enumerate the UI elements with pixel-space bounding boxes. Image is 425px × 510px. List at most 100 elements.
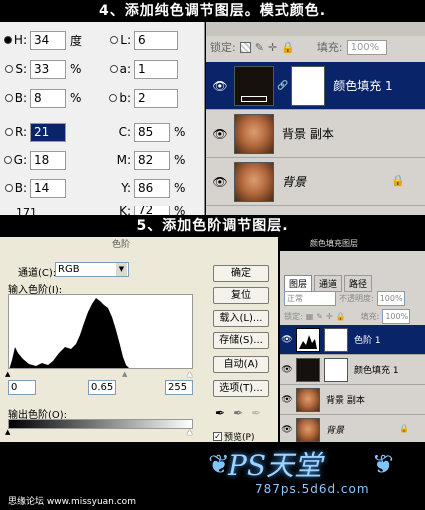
output-white-slider[interactable]: ▲	[187, 428, 192, 436]
tab-paths[interactable]: 路径	[344, 275, 373, 292]
auto-button[interactable]: 自动(A)	[213, 356, 269, 373]
load-button[interactable]: 载入(L)...	[213, 310, 269, 327]
ok-button[interactable]: 确定	[213, 265, 269, 282]
input-black-field[interactable]: 0	[8, 380, 36, 395]
checkbox-icon[interactable]: ✓	[213, 432, 222, 441]
lab-l-radio[interactable]	[110, 36, 119, 44]
layer-name: 颜色填充 1	[333, 79, 393, 93]
black-field[interactable]: 72	[134, 206, 170, 215]
red-radio[interactable]	[4, 128, 13, 136]
blue-row: B: 14	[0, 178, 66, 198]
lab-b-field[interactable]: 2	[134, 88, 178, 108]
lock-move-icon[interactable]: ✛	[268, 41, 277, 54]
brightness-radio[interactable]	[4, 94, 13, 102]
green-radio[interactable]	[3, 156, 12, 164]
left-wing-icon: ❦	[208, 450, 230, 480]
cyan-field[interactable]: 85	[134, 122, 170, 142]
magenta-row: M: 82 %	[104, 150, 188, 170]
history-header: 颜色填充图层	[280, 237, 425, 251]
layer-row-color-fill[interactable]: 👁 🔗 颜色填充 1	[206, 62, 425, 110]
input-gamma-field[interactable]: 0.65	[88, 380, 116, 395]
hue-field[interactable]: 34	[30, 30, 66, 50]
input-white-field[interactable]: 255	[165, 380, 193, 395]
tab-layers[interactable]: 图层	[284, 275, 313, 292]
lock-transparency-icon[interactable]	[239, 41, 251, 53]
fill-field[interactable]: 100%	[382, 309, 411, 324]
channel-select[interactable]: RGB ▼	[55, 262, 129, 277]
output-black-slider[interactable]: ▲	[5, 428, 10, 436]
output-slider-track[interactable]: ▲ ▲	[5, 428, 193, 436]
levels-title: 色阶	[112, 240, 131, 250]
magenta-field[interactable]: 82	[134, 150, 170, 170]
mask-thumb	[324, 327, 348, 352]
cyan-row: C: 85 %	[104, 122, 188, 142]
layer-row-bg-copy[interactable]: 👁 背景 副本	[280, 385, 425, 415]
photo-thumb	[234, 113, 274, 154]
hue-radio[interactable]	[3, 36, 12, 44]
lock-move-icon[interactable]: ✛	[326, 312, 333, 321]
eye-icon[interactable]: 👁	[280, 425, 294, 435]
save-button[interactable]: 存储(S)...	[213, 332, 269, 349]
blue-radio[interactable]	[4, 184, 13, 192]
eye-icon[interactable]: 👁	[206, 79, 234, 93]
gray-eyedropper-icon[interactable]: ✒	[233, 406, 243, 420]
panel-tabs: 图层 通道 路径	[284, 275, 373, 292]
yellow-field[interactable]: 86	[134, 178, 170, 198]
site-url: 787ps.5d6d.com	[255, 482, 370, 496]
options-button[interactable]: 选项(T)...	[213, 380, 269, 397]
eye-icon[interactable]: 👁	[280, 395, 294, 405]
output-gradient	[8, 419, 193, 429]
opacity-field[interactable]: 100%	[376, 291, 405, 306]
red-field[interactable]: 21	[30, 122, 66, 142]
lab-l-field[interactable]: 6	[134, 30, 178, 50]
eye-icon[interactable]: 👁	[280, 365, 294, 375]
green-field[interactable]: 18	[30, 150, 66, 170]
lock-all-icon[interactable]: 🔒	[336, 312, 346, 321]
layer-row-levels[interactable]: 👁 色阶 1	[280, 325, 425, 355]
input-slider-track[interactable]: ▲ ▲ ▲	[5, 370, 193, 378]
eye-icon[interactable]: 👁	[206, 175, 234, 189]
ps-logo: PS天堂	[228, 449, 323, 482]
layer-row-background[interactable]: 👁 背景 🔒	[280, 415, 425, 445]
lock-transparency-icon[interactable]: ▦	[306, 312, 314, 321]
layer-name: 颜色填充 1	[354, 366, 399, 376]
black-eyedropper-icon[interactable]: ✒	[215, 406, 225, 420]
histogram-icon	[299, 334, 317, 349]
channel-label: 通道(C):	[18, 268, 57, 279]
photo-thumb	[296, 417, 320, 442]
blend-mode-select[interactable]: 正常	[284, 291, 336, 306]
lab-b-radio[interactable]	[109, 94, 118, 102]
layers-panel-top: 锁定: ✎ ✛ 🔒 填充: 100% 👁 🔗 颜色填充 1 👁 背景 副本 👁 …	[206, 22, 425, 215]
white-point-slider[interactable]: ▲	[187, 370, 192, 378]
brightness-field[interactable]: 8	[30, 88, 66, 108]
forum-watermark: 思缘论坛 www.missyuan.com	[8, 497, 136, 507]
lab-a-field[interactable]: 1	[134, 59, 178, 79]
eye-icon[interactable]: 👁	[280, 335, 294, 345]
chevron-down-icon[interactable]: ▼	[116, 263, 127, 276]
gamma-slider[interactable]: ▲	[122, 370, 127, 378]
black-point-slider[interactable]: ▲	[5, 370, 10, 378]
eye-icon[interactable]: 👁	[206, 127, 234, 141]
lock-paint-icon[interactable]: ✎	[316, 312, 323, 321]
saturation-radio[interactable]	[5, 65, 14, 73]
photo-thumb	[234, 161, 274, 202]
histogram	[8, 294, 193, 369]
layer-row-bg-copy[interactable]: 👁 背景 副本	[206, 110, 425, 158]
lab-a-row: a: 1	[104, 59, 178, 79]
layer-row-background[interactable]: 👁 背景 🔒	[206, 158, 425, 206]
layer-row-color-fill[interactable]: 👁 颜色填充 1	[280, 355, 425, 385]
lab-a-radio[interactable]	[109, 65, 118, 73]
white-eyedropper-icon[interactable]: ✒	[251, 406, 261, 420]
lock-paint-icon[interactable]: ✎	[255, 41, 264, 54]
fill-field[interactable]: 100%	[346, 39, 387, 55]
reset-button[interactable]: 复位	[213, 287, 269, 304]
green-row: G: 18	[0, 150, 66, 170]
blue-field[interactable]: 14	[30, 178, 66, 198]
lock-icon: 🔒	[391, 174, 405, 187]
layers-panel-bottom: 颜色填充图层 图层 通道 路径 正常 不透明度: 100% 锁定: ▦ ✎ ✛ …	[280, 237, 425, 445]
step5-title: 5、添加色阶调节图层.	[0, 215, 425, 237]
lock-all-icon[interactable]: 🔒	[281, 41, 295, 54]
tab-channels[interactable]: 通道	[314, 275, 343, 292]
brightness-row: B: 8 %	[0, 88, 84, 108]
saturation-field[interactable]: 33	[30, 59, 66, 79]
